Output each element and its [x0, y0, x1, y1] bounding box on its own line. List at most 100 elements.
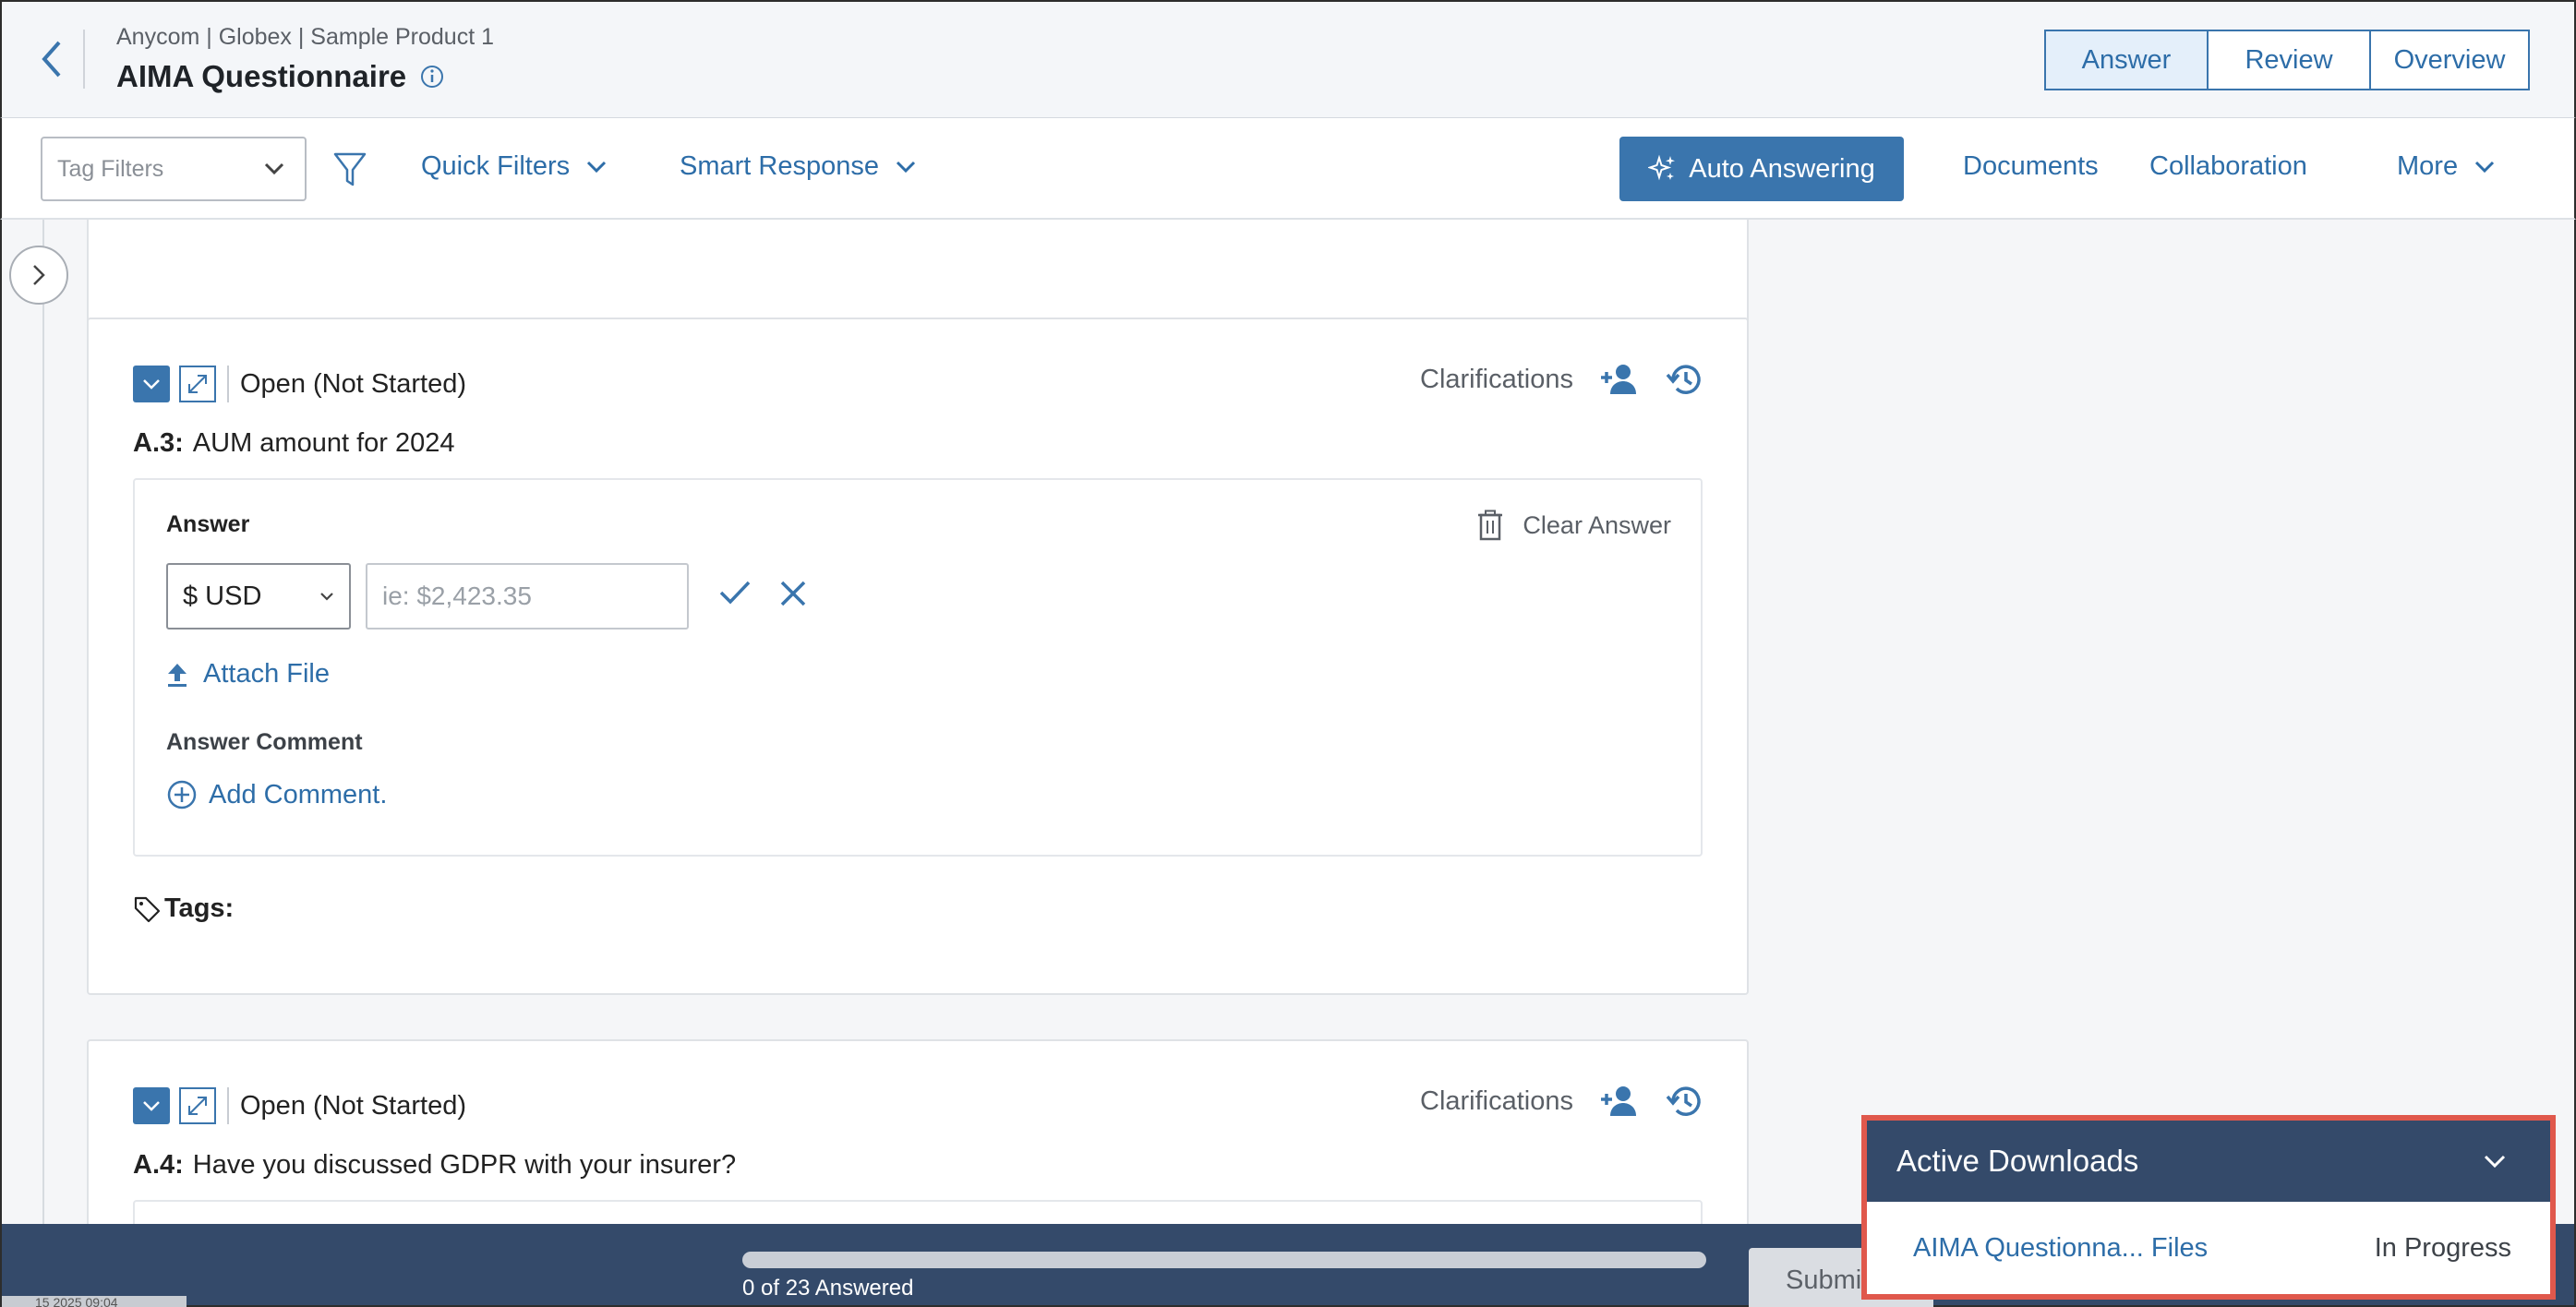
divider	[227, 1087, 229, 1124]
downloads-title: Active Downloads	[1896, 1144, 2139, 1178]
filter-button[interactable]	[332, 151, 367, 188]
back-button[interactable]	[33, 35, 70, 83]
active-downloads-panel: Active Downloads AIMA Questionna... File…	[1861, 1115, 2556, 1300]
page-title-row: AIMA Questionnaire	[116, 59, 445, 94]
question-header: Open (Not Started)	[133, 366, 466, 402]
info-icon[interactable]	[419, 64, 445, 90]
upload-icon	[168, 663, 187, 687]
clarifications-link[interactable]: Clarifications	[1420, 1086, 1573, 1117]
quick-filters-dropdown[interactable]: Quick Filters	[421, 151, 607, 182]
chevron-down-icon	[143, 379, 160, 390]
cancel-answer-button[interactable]	[779, 580, 807, 607]
smart-response-dropdown[interactable]: Smart Response	[680, 151, 916, 182]
view-answer-button[interactable]: Answer	[2044, 30, 2209, 90]
view-toggle: Answer Review Overview	[2044, 30, 2530, 90]
toolbar: Tag Filters Quick Filters Smart Response…	[0, 118, 2576, 220]
side-rail	[4, 220, 44, 1224]
attach-file-button[interactable]: Attach File	[166, 659, 330, 689]
breadcrumb: Anycom | Globex | Sample Product 1	[116, 24, 495, 50]
assign-user-button[interactable]	[1599, 363, 1640, 396]
history-icon	[1666, 365, 1701, 394]
expand-icon	[188, 1097, 207, 1115]
plus-circle-icon	[167, 780, 197, 809]
collaboration-link[interactable]: Collaboration	[2149, 151, 2307, 182]
auto-answering-button[interactable]: Auto Answering	[1619, 137, 1904, 201]
question-list: Open (Not Started) Clarifications A.3: AU…	[0, 220, 2576, 1224]
clear-answer-button[interactable]: Clear Answer	[1476, 510, 1671, 541]
auto-answering-label: Auto Answering	[1689, 153, 1875, 184]
downloads-header: Active Downloads	[1867, 1121, 2550, 1202]
answer-box	[133, 1200, 1703, 1224]
download-status: In Progress	[2374, 1232, 2511, 1263]
add-comment-label: Add Comment.	[209, 779, 388, 809]
question-header: Open (Not Started)	[133, 1087, 466, 1124]
history-button[interactable]	[1666, 1084, 1703, 1119]
answer-box: Answer Clear Answer $ USD Attach File An…	[133, 478, 1703, 857]
question-status: Open (Not Started)	[240, 368, 466, 399]
sparkle-icon	[1648, 154, 1676, 181]
collapse-question-button[interactable]	[133, 366, 170, 402]
download-item: AIMA Questionna... Files In Progress	[1867, 1202, 2550, 1294]
progress-bar	[742, 1252, 1706, 1268]
chevron-right-icon	[33, 265, 45, 285]
currency-value: $ USD	[183, 581, 262, 611]
clarifications-link[interactable]: Clarifications	[1420, 365, 1573, 395]
attach-file-label: Attach File	[203, 659, 330, 689]
chevron-down-icon	[264, 162, 284, 175]
question-title: A.3: AUM amount for 2024	[133, 428, 455, 459]
progress-label: 0 of 23 Answered	[742, 1276, 914, 1301]
chevron-down-icon	[587, 161, 607, 173]
currency-select[interactable]: $ USD	[166, 563, 351, 630]
divider	[227, 366, 229, 402]
expand-question-button[interactable]	[179, 1087, 216, 1124]
chevron-left-icon	[42, 41, 61, 78]
collapse-question-button[interactable]	[133, 1087, 170, 1124]
app-header: Anycom | Globex | Sample Product 1 AIMA …	[0, 0, 2576, 118]
view-overview-button[interactable]: Overview	[2369, 30, 2530, 90]
close-icon	[780, 581, 806, 606]
header-divider	[83, 30, 85, 89]
question-text: Have you discussed GDPR with your insure…	[192, 1150, 737, 1180]
download-file-link[interactable]: AIMA Questionna... Files	[1913, 1233, 2208, 1264]
question-text: AUM amount for 2024	[192, 428, 455, 458]
more-dropdown[interactable]: More	[2397, 151, 2495, 182]
history-icon	[1666, 1086, 1701, 1116]
amount-input[interactable]	[366, 563, 689, 630]
chevron-down-icon	[143, 1101, 160, 1111]
question-actions: Clarifications	[1420, 1084, 1703, 1119]
tags-row: Tags:	[133, 893, 234, 924]
history-button[interactable]	[1666, 362, 1703, 397]
tags-label: Tags:	[164, 893, 235, 923]
more-label: More	[2397, 151, 2459, 181]
question-card: Open (Not Started) Clarifications A.3: AU…	[87, 318, 1749, 995]
expand-question-button[interactable]	[179, 366, 216, 402]
question-id: A.3:	[133, 428, 184, 458]
assign-user-button[interactable]	[1599, 1085, 1640, 1118]
chevron-down-icon	[2484, 1155, 2506, 1168]
question-actions: Clarifications	[1420, 362, 1703, 397]
collapse-downloads-button[interactable]	[2484, 1155, 2506, 1168]
add-user-icon	[1601, 1086, 1636, 1116]
check-icon	[719, 581, 751, 605]
tag-filter-select[interactable]: Tag Filters	[41, 137, 307, 201]
chevron-down-icon	[320, 593, 333, 601]
page-title: AIMA Questionnaire	[116, 59, 407, 93]
chevron-down-icon	[2475, 161, 2495, 173]
smart-response-label: Smart Response	[680, 151, 879, 181]
question-status: Open (Not Started)	[240, 1090, 466, 1121]
question-title: A.4: Have you discussed GDPR with your in…	[133, 1150, 736, 1181]
question-id: A.4:	[133, 1150, 184, 1180]
documents-link[interactable]: Documents	[1963, 151, 2099, 182]
clear-answer-label: Clear Answer	[1523, 510, 1671, 539]
view-review-button[interactable]: Review	[2207, 30, 2371, 90]
trash-icon	[1478, 510, 1503, 541]
confirm-answer-button[interactable]	[718, 580, 752, 606]
funnel-icon	[333, 152, 367, 186]
expand-sidebar-button[interactable]	[9, 246, 68, 305]
timestamp: 15 2025 09:04	[2, 1296, 187, 1307]
add-user-icon	[1601, 365, 1636, 394]
quick-filters-label: Quick Filters	[421, 151, 571, 181]
add-comment-button[interactable]: Add Comment.	[166, 779, 387, 810]
question-card: Open (Not Started) Clarifications A.4: Ha…	[87, 1039, 1749, 1224]
answer-comment-label: Answer Comment	[166, 729, 363, 755]
